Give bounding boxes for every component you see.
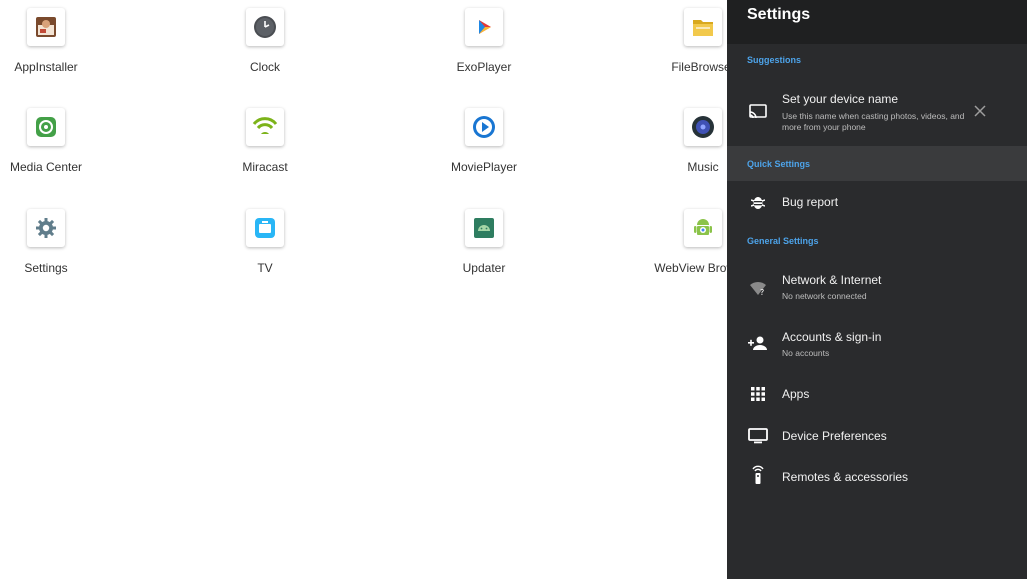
bug-report-label: Bug report — [782, 195, 839, 209]
app-label: FileBrowser — [671, 60, 727, 74]
music-icon — [684, 108, 722, 146]
accounts-title: Accounts & sign-in — [782, 330, 882, 344]
clock-icon — [246, 8, 284, 46]
accounts-subtitle: No accounts — [782, 348, 830, 358]
app-label: WebView Browser — [654, 261, 727, 275]
app-label: Miracast — [242, 160, 288, 174]
app-launcher-grid: AppInstaller Clock ExoPlayer FileBrowser… — [0, 0, 727, 579]
app-tile-filebrowser[interactable]: FileBrowser — [613, 0, 727, 80]
app-tile-appinstaller[interactable]: AppInstaller — [0, 0, 136, 80]
app-label: Settings — [24, 261, 68, 275]
app-label: TV — [257, 261, 273, 275]
accounts-signin-item[interactable]: Accounts & sign-in No accounts — [727, 325, 1027, 365]
app-tile-updater[interactable]: Updater — [394, 201, 574, 281]
bug-icon — [748, 192, 768, 212]
tv-icon — [246, 209, 284, 247]
app-tile-media-center[interactable]: Media Center — [0, 100, 136, 180]
app-tile-exoplayer[interactable]: ExoPlayer — [394, 0, 574, 80]
remotes-title: Remotes & accessories — [782, 470, 909, 484]
app-label: Media Center — [9, 160, 83, 174]
device-preferences-title: Device Preferences — [782, 429, 887, 443]
file-browser-icon — [684, 8, 722, 46]
app-label: AppInstaller — [14, 60, 78, 74]
remotes-accessories-item[interactable]: Remotes & accessories — [727, 465, 1027, 491]
app-tile-webview-browser[interactable]: WebView Browser — [613, 201, 727, 281]
close-icon[interactable] — [973, 104, 987, 118]
updater-icon — [465, 209, 503, 247]
network-internet-item[interactable]: ? Network & Internet No network connecte… — [727, 268, 1027, 308]
device-preferences-item[interactable]: Device Preferences — [727, 424, 1027, 450]
apps-grid-icon — [748, 384, 768, 404]
app-label: ExoPlayer — [456, 60, 512, 74]
app-tile-settings[interactable]: Settings — [0, 201, 136, 281]
app-label: MoviePlayer — [450, 160, 518, 174]
wifi-unknown-icon: ? — [748, 278, 768, 298]
quick-settings-header: Quick Settings — [747, 159, 811, 169]
suggestion-title: Set your device name — [782, 92, 899, 106]
settings-gear-icon — [27, 209, 65, 247]
page-title: Settings — [747, 6, 811, 23]
webview-browser-icon — [684, 209, 722, 247]
app-tile-clock[interactable]: Clock — [175, 0, 355, 80]
bug-report-item[interactable]: Bug report — [727, 190, 1027, 216]
network-subtitle: No network connected — [782, 291, 867, 301]
suggestion-description: Use this name when casting photos, video… — [782, 111, 965, 132]
media-center-icon — [27, 108, 65, 146]
general-settings-header: General Settings — [747, 236, 819, 246]
settings-header: Settings — [727, 0, 1027, 44]
app-tile-tv[interactable]: TV — [175, 201, 355, 281]
svg-text:?: ? — [760, 288, 764, 296]
movie-player-icon — [465, 108, 503, 146]
exoplayer-icon — [465, 8, 503, 46]
app-installer-icon — [27, 8, 65, 46]
apps-title: Apps — [782, 387, 810, 401]
apps-item[interactable]: Apps — [727, 382, 1027, 408]
app-tile-miracast[interactable]: Miracast — [175, 100, 355, 180]
app-tile-movieplayer[interactable]: MoviePlayer — [394, 100, 574, 180]
remote-icon — [748, 465, 768, 485]
network-title: Network & Internet — [782, 273, 882, 287]
suggestion-set-device-name[interactable]: Set your device name Use this name when … — [727, 84, 1027, 142]
cast-icon — [748, 102, 768, 122]
monitor-icon — [748, 426, 768, 446]
add-person-icon — [748, 333, 768, 353]
miracast-icon — [246, 108, 284, 146]
app-label: Updater — [462, 261, 506, 275]
app-tile-music[interactable]: Music — [613, 100, 727, 180]
app-label: Music — [687, 160, 719, 174]
suggestions-header: Suggestions — [747, 55, 802, 65]
settings-panel: Settings Suggestions Set your device nam… — [727, 0, 1027, 579]
app-label: Clock — [249, 60, 280, 74]
